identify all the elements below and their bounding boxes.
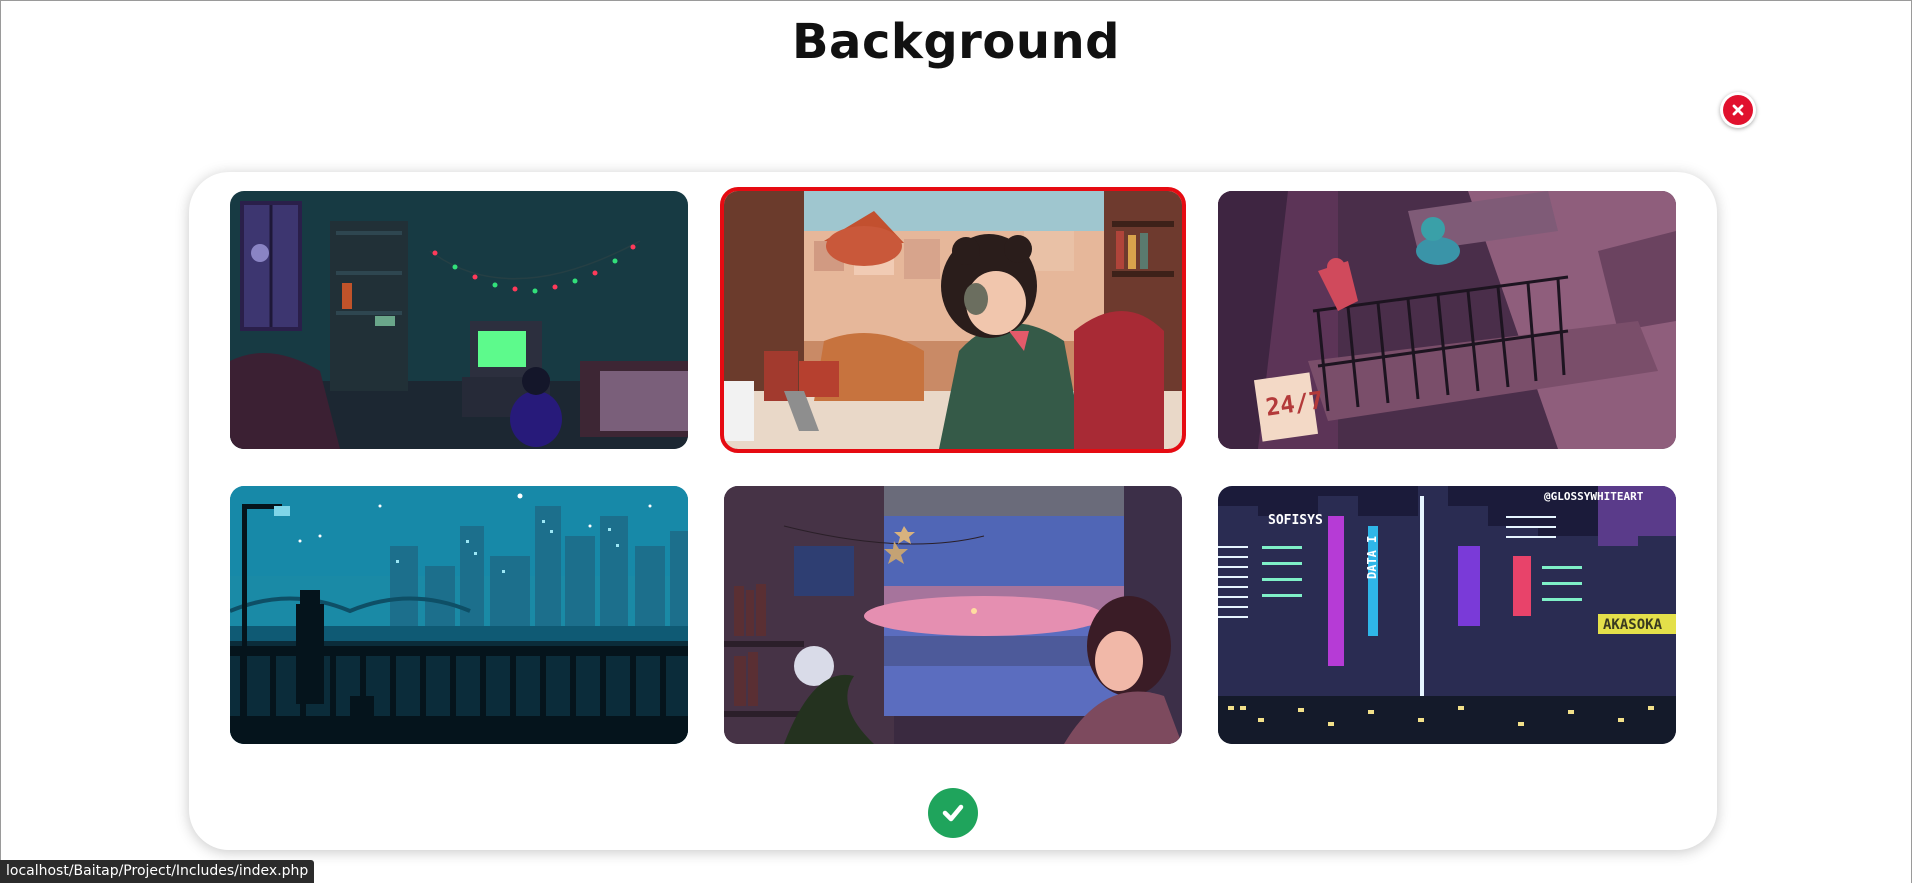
check-icon	[942, 804, 964, 822]
close-button[interactable]	[1720, 92, 1756, 128]
background-thumbnail-room-tv[interactable]	[230, 191, 688, 449]
background-thumbnail-window-sunset[interactable]	[724, 486, 1182, 744]
background-thumbnail-lofi-girl[interactable]	[720, 187, 1186, 453]
status-bar-url: localhost/Baitap/Project/Includes/index.…	[0, 860, 315, 883]
background-thumbnail-fire-escape[interactable]: 24/7	[1218, 191, 1676, 449]
background-thumbnail-pixel-city[interactable]	[230, 486, 688, 744]
watermark-text: @GLOSSYWHITEART	[1544, 490, 1644, 503]
background-grid: 24/7 AKASOKA SOFISYS DATA I @GLOSSYWHITE…	[230, 187, 1676, 744]
close-icon	[1723, 95, 1753, 125]
background-picker-panel: 24/7 AKASOKA SOFISYS DATA I @GLOSSYWHITE…	[189, 172, 1717, 850]
page-title: Background	[791, 14, 1121, 70]
background-image	[724, 486, 1182, 744]
background-image	[724, 191, 1182, 449]
background-image	[230, 191, 688, 449]
background-image: 24/7	[1218, 191, 1676, 449]
background-image: AKASOKA SOFISYS DATA I @GLOSSYWHITEART	[1218, 486, 1676, 744]
background-thumbnail-cyberpunk-city[interactable]: AKASOKA SOFISYS DATA I @GLOSSYWHITEART	[1218, 486, 1676, 744]
sign-sofisys: SOFISYS	[1268, 513, 1323, 528]
background-image	[230, 486, 688, 744]
confirm-button[interactable]	[928, 788, 978, 838]
sign-data: DATA I	[1365, 536, 1379, 579]
sign-akasoka: AKASOKA	[1603, 617, 1663, 633]
